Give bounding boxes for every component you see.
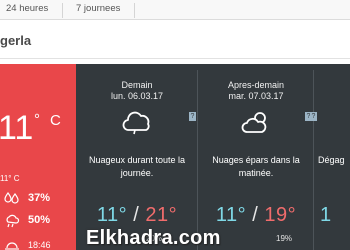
- forecast-day-label: Demain: [121, 80, 153, 90]
- cloudy-icon: [121, 108, 153, 136]
- forecast-day-after-tomorrow: Apres-demain mar. 07.03.17 ? Nuages épar…: [198, 64, 314, 250]
- temp-separator: /: [252, 204, 259, 226]
- forecast-description: Nuages épars dans la matinée.: [212, 155, 300, 178]
- temperature-unit: C: [50, 112, 61, 129]
- tab-divider: [134, 3, 135, 18]
- precipitation-value: 50%: [28, 214, 51, 226]
- sunset-icon: [4, 240, 22, 250]
- forecast-day-label: Apres-demain: [227, 80, 285, 90]
- forecast-day-third: ? Dégag 1: [310, 64, 350, 250]
- forecast-date: lun. 06.03.17: [110, 91, 164, 101]
- forecast-description: Nuageux durant toute la journée.: [88, 155, 186, 178]
- rain-cloud-icon: [4, 214, 22, 231]
- sunset-time: 18:46: [28, 240, 51, 250]
- tab-divider: [62, 3, 63, 18]
- forecast-date: mar. 07.03.17: [228, 91, 284, 101]
- tab-24-hours[interactable]: 24 heures: [6, 0, 48, 20]
- current-temperature: 11: [0, 109, 34, 147]
- today-panel: 11 ° C 11° C 37% 50% 18:46: [0, 64, 76, 250]
- location-title: gerla: [0, 33, 32, 48]
- forecast-min-temp: 1: [320, 204, 332, 226]
- forecast-max-temp: 21°: [145, 204, 178, 226]
- sunset-row: 18:46: [4, 240, 51, 250]
- forecast-temperatures: 11° / 21°: [76, 204, 198, 227]
- forecast-min-temp: 11°: [96, 204, 128, 226]
- degree-symbol: °: [34, 111, 40, 128]
- sun-cloud-icon: [240, 108, 272, 136]
- humidity-row: 37%: [4, 191, 50, 207]
- forecast-max-temp: 19°: [264, 204, 297, 226]
- forecast-day-tomorrow: Demain lun. 06.03.17 ? Nuageux durant to…: [76, 64, 198, 250]
- forecast-temperatures: 11° / 19°: [198, 204, 314, 227]
- forecast-min-temp: 11°: [215, 204, 247, 226]
- tab-7-days[interactable]: 7 journees: [76, 0, 120, 20]
- forecast-panel: Demain lun. 06.03.17 ? Nuageux durant to…: [76, 64, 350, 250]
- temp-separator: /: [133, 204, 140, 226]
- info-icon[interactable]: ?: [310, 112, 317, 121]
- header-divider: [0, 58, 350, 59]
- forecast-description: Dégag: [318, 155, 345, 165]
- forecast-temperatures: 1: [320, 204, 350, 227]
- forecast-precip-chance: 19%: [276, 234, 293, 243]
- precipitation-row: 50%: [4, 214, 50, 231]
- today-min-temp: 11° C: [0, 174, 20, 183]
- info-icon[interactable]: ?: [189, 112, 196, 121]
- humidity-icon: [4, 191, 22, 207]
- watermark: Elkhadra.com: [86, 227, 221, 249]
- view-tabs: 24 heures 7 journees: [0, 0, 350, 20]
- humidity-value: 37%: [28, 192, 51, 204]
